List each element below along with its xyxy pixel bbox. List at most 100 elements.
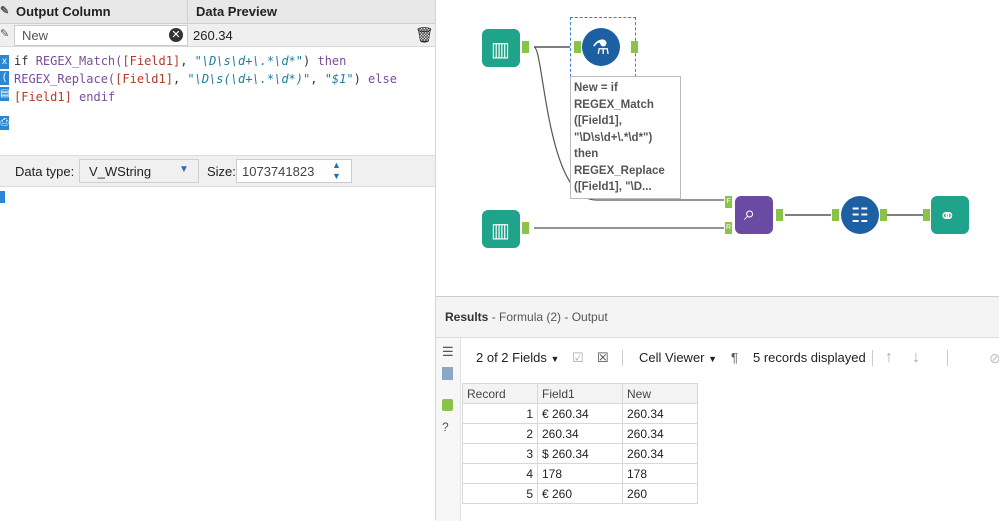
record-cell: 2 [462, 423, 538, 444]
formula-row[interactable]: ✎ New ✕ 260.34 🗑 [0, 24, 435, 47]
chevron-down-icon: ▼ [550, 354, 560, 364]
size-input[interactable]: 1073741823 ▲ ▼ [236, 159, 352, 183]
select-tool[interactable]: ☷ [841, 196, 879, 234]
data-preview-header: Data Preview [196, 4, 277, 19]
table-row[interactable]: 3 $ 260.34 260.34 [462, 443, 698, 464]
input-data-tool-2[interactable]: ▥ [482, 210, 520, 248]
connections [533, 46, 923, 229]
expr-endif: endif [71, 90, 116, 104]
replace-anchor[interactable]: R [725, 222, 732, 234]
cancel-icon[interactable]: ⊘ [989, 338, 999, 378]
column-header[interactable]: Record [462, 383, 538, 404]
expr-string: "\D\s(\d+\.*\d*)" [187, 72, 311, 86]
table-row[interactable]: 2 260.34 260.34 [462, 423, 698, 444]
load-icon[interactable]: ⎙ [0, 116, 9, 130]
expr-close: ) [303, 54, 318, 68]
column-header[interactable]: New [622, 383, 698, 404]
table-row[interactable]: 1 € 260.34 260.34 [462, 403, 698, 424]
help-icon[interactable]: ? [442, 420, 449, 434]
cell-viewer-dropdown[interactable]: Cell Viewer ▼ [639, 338, 717, 379]
size-value: 1073741823 [242, 164, 315, 179]
results-grid: Record Field1 New 1 € 260.34 260.34 2 260.3… [462, 383, 698, 504]
deselect-icon[interactable]: ☒ [597, 338, 609, 378]
size-stepper-icon[interactable]: ▲ ▼ [332, 160, 341, 182]
expr-sep: , [310, 72, 325, 86]
formula-config-panel: ✎ Output Column Data Preview ✎ New ✕ 260… [0, 0, 436, 520]
clear-icon[interactable]: ✕ [169, 28, 183, 42]
results-side-toolbar: ☰ ? [436, 338, 461, 521]
binoculars-icon: ⚭ [939, 206, 956, 228]
arrow-up-icon[interactable]: ↑ [885, 338, 893, 378]
saved-expression-icon[interactable]: ▤ [0, 87, 9, 101]
divider [947, 350, 948, 366]
new-cell: 260.34 [622, 403, 698, 424]
expr-string: "\D\s\d+\.*\d*" [194, 54, 304, 68]
data-icon[interactable] [442, 399, 453, 411]
output-anchor[interactable] [631, 41, 638, 53]
book-icon: ▥ [491, 220, 510, 242]
find-replace-tool[interactable]: ⌕ [735, 196, 773, 234]
fields-dropdown[interactable]: 2 of 2 Fields ▼ [476, 338, 559, 379]
results-panel: Results - Formula (2) - Output ☰ ? 2 of … [436, 296, 999, 521]
find-replace-icon: ⌕ [744, 203, 756, 225]
workflow-canvas[interactable]: ▥ ⚗ New = if REGEX_Match ([Field1], "\D\… [436, 0, 999, 296]
check-icon[interactable]: ☑ [572, 338, 584, 378]
expr-string: "$1" [324, 72, 354, 86]
expr-sep: , [180, 54, 195, 68]
list-icon[interactable]: ☰ [442, 344, 454, 360]
datatype-value: V_WString [89, 164, 152, 179]
results-title-bold: Results [445, 310, 489, 324]
arrow-down-icon[interactable]: ↓ [912, 338, 920, 378]
records-count: 5 records displayed [753, 350, 866, 365]
preview-value: 260.34 [193, 28, 233, 43]
formula-tool[interactable]: ⚗ [582, 28, 620, 66]
datatype-select[interactable]: V_WString ▼ [79, 159, 199, 183]
output-anchor[interactable] [522, 222, 529, 234]
field1-cell: $ 260.34 [537, 443, 623, 464]
field1-cell: 178 [537, 463, 623, 484]
output-anchor[interactable] [522, 41, 529, 53]
expr-fn: REGEX_Match( [35, 54, 123, 68]
datatype-bar: Data type: V_WString ▼ Size: 1073741823 … [0, 155, 435, 187]
select-columns-icon: ☷ [851, 205, 869, 227]
pencil-icon: ✎ [0, 28, 10, 40]
divider [872, 350, 873, 366]
annotation-line: ([Field1], [574, 115, 622, 127]
output-column-value: New [22, 28, 49, 43]
expr-else: else [368, 72, 397, 86]
results-title-bar: Results - Formula (2) - Output [436, 297, 999, 338]
cell-viewer-label: Cell Viewer [639, 350, 705, 365]
columns-icon[interactable]: ( [0, 71, 9, 85]
blank-area [0, 209, 435, 520]
metadata-icon[interactable] [442, 367, 453, 380]
input-data-tool-1[interactable]: ▥ [482, 29, 520, 67]
fields-label: 2 of 2 Fields [476, 350, 547, 365]
new-cell: 260 [622, 483, 698, 504]
function-icon[interactable]: x [0, 55, 9, 69]
input-anchor[interactable] [832, 209, 839, 221]
annotation-line: New = if [574, 82, 618, 94]
pilcrow-icon[interactable]: ¶ [731, 338, 738, 378]
input-anchor[interactable] [923, 209, 930, 221]
field1-cell: € 260.34 [537, 403, 623, 424]
size-label: Size: [207, 164, 236, 179]
new-cell: 260.34 [622, 443, 698, 464]
expression-editor[interactable]: if REGEX_Match([Field1], "\D\s\d+\.*\d*"… [14, 52, 397, 106]
expr-sep: , [172, 72, 188, 86]
output-column-header: Output Column [16, 4, 111, 19]
column-header[interactable]: Field1 [537, 383, 623, 404]
browse-tool[interactable]: ⚭ [931, 196, 969, 234]
output-anchor[interactable] [776, 209, 783, 221]
output-column-input[interactable]: New ✕ [14, 25, 188, 46]
find-anchor[interactable]: F [725, 196, 732, 208]
add-formula-icon[interactable] [0, 191, 5, 203]
chevron-down-icon: ▼ [708, 354, 718, 364]
table-row[interactable]: 4 178 178 [462, 463, 698, 484]
table-row[interactable]: 5 € 260 260 [462, 483, 698, 504]
results-title-rest: - Formula (2) - Output [488, 310, 608, 324]
results-toolbar: 2 of 2 Fields ▼ ☑ ☒ Cell Viewer ▼ ¶ 5 re… [460, 338, 999, 378]
delete-icon[interactable]: 🗑 [415, 26, 434, 44]
divider [622, 350, 623, 366]
output-anchor[interactable] [880, 209, 887, 221]
input-anchor[interactable] [574, 41, 581, 53]
